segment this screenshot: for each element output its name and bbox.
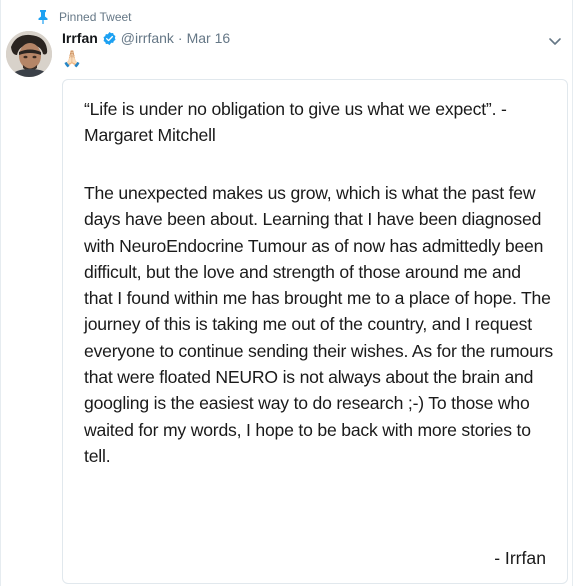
media-signature: - Irrfan: [494, 548, 546, 568]
tweet-header: Irrfan @irrfank · Mar 16: [62, 30, 230, 46]
avatar-image: [6, 31, 52, 77]
pinned-label-text: Pinned Tweet: [59, 10, 132, 24]
pinned-tweet[interactable]: Pinned Tweet Irrfan @irrfank · Mar 16 🙏🏻…: [0, 0, 573, 586]
verified-badge-icon: [103, 31, 116, 45]
tweet-text: 🙏🏻: [62, 52, 82, 68]
chevron-down-icon[interactable]: [548, 34, 562, 48]
media-quote: “Life is under no obligation to give us …: [84, 99, 507, 145]
header-separator: ·: [177, 30, 183, 46]
avatar[interactable]: [6, 31, 52, 77]
tweet-media-image[interactable]: “Life is under no obligation to give us …: [62, 79, 568, 584]
pinned-tweet-label: Pinned Tweet: [37, 10, 132, 24]
tweet-timestamp[interactable]: Mar 16: [187, 30, 231, 46]
media-body-text: The unexpected makes us grow, which is w…: [84, 183, 553, 466]
author-name[interactable]: Irrfan: [62, 30, 98, 46]
folded-hands-emoji: 🙏🏻: [62, 51, 82, 68]
author-handle[interactable]: @irrfank: [121, 30, 174, 46]
pin-icon: [38, 10, 48, 24]
